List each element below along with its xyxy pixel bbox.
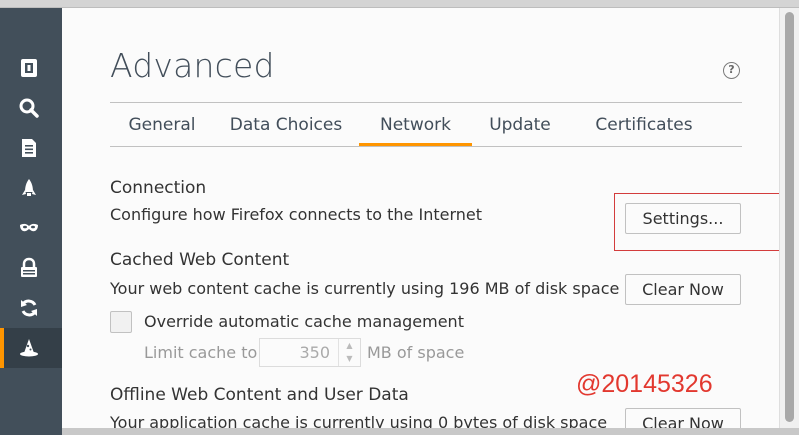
cache-description: Your web content cache is currently usin…: [110, 279, 620, 298]
tabs-bottom-divider: [110, 146, 742, 147]
limit-cache-unit: MB of space: [367, 343, 465, 362]
horizontal-scrollbar[interactable]: [62, 428, 799, 435]
window-top-strip: [0, 0, 799, 8]
cache-size-value[interactable]: 350: [299, 343, 330, 362]
tab-network[interactable]: Network: [359, 112, 472, 146]
sidebar-item-content[interactable]: [0, 128, 62, 168]
tab-certificates[interactable]: Certificates: [580, 112, 708, 146]
tab-data-choices[interactable]: Data Choices: [220, 112, 352, 146]
sidebar-item-search[interactable]: [0, 88, 62, 128]
content-icon: [22, 139, 36, 157]
sidebar-item-advanced[interactable]: [0, 328, 62, 368]
cache-size-stepper[interactable]: 350 ▲ ▼: [259, 338, 361, 367]
help-icon[interactable]: ?: [723, 62, 740, 79]
override-cache-checkbox[interactable]: [110, 311, 132, 333]
offline-heading: Offline Web Content and User Data: [110, 385, 409, 405]
sidebar-item-sync[interactable]: [0, 288, 62, 328]
preferences-pane: Advanced ? General Data Choices Network …: [62, 8, 799, 435]
sync-icon: [21, 299, 37, 317]
connection-heading: Connection: [110, 178, 207, 198]
tab-update[interactable]: Update: [480, 112, 560, 146]
search-icon: [19, 98, 39, 118]
connection-settings-button[interactable]: Settings...: [625, 203, 741, 234]
sidebar-item-applications[interactable]: [0, 168, 62, 208]
chevron-up-icon[interactable]: ▲: [339, 339, 360, 352]
advanced-wizard-hat-icon: [20, 339, 38, 357]
privacy-mask-icon: [20, 223, 38, 232]
security-lock-icon: [21, 257, 37, 277]
category-sidebar: [0, 8, 62, 435]
vertical-scrollbar[interactable]: [779, 8, 799, 428]
cache-size-spinner[interactable]: ▲ ▼: [338, 339, 360, 366]
watermark-text: @20145326: [576, 370, 713, 398]
limit-cache-label: Limit cache to: [144, 343, 258, 362]
tabs-top-divider: [110, 102, 742, 103]
sidebar-item-general[interactable]: [0, 48, 62, 88]
chevron-down-icon[interactable]: ▼: [339, 352, 360, 365]
sidebar-item-privacy[interactable]: [0, 208, 62, 248]
applications-icon: [22, 179, 36, 196]
override-cache-label[interactable]: Override automatic cache management: [144, 312, 464, 331]
scrollbar-thumb[interactable]: [785, 12, 794, 422]
page-title: Advanced: [110, 46, 275, 85]
sidebar-item-security[interactable]: [0, 248, 62, 288]
general-icon: [21, 59, 37, 77]
cache-heading: Cached Web Content: [110, 250, 290, 270]
tab-general[interactable]: General: [116, 112, 208, 146]
connection-description: Configure how Firefox connects to the In…: [110, 205, 482, 224]
cache-clear-now-button[interactable]: Clear Now: [625, 274, 741, 305]
